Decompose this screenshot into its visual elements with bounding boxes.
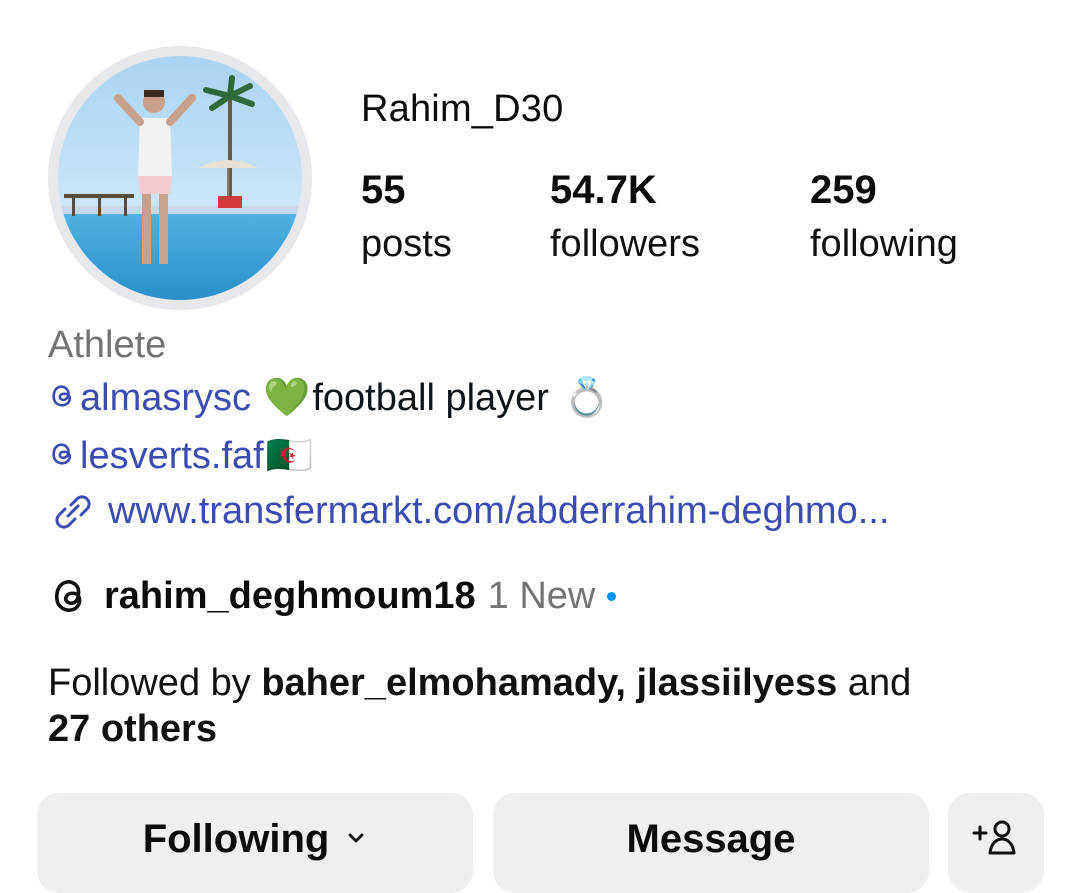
bio-line-2: lesverts.faf 🇩🇿 — [48, 434, 313, 478]
threads-new-count: 1 New — [487, 574, 596, 617]
mention-almasrysc[interactable]: almasrysc — [48, 377, 251, 420]
add-person-icon — [972, 820, 1016, 855]
followed-by-names: baher_elmohamady, jlassiilyess — [261, 662, 838, 704]
username: Rahim_D30 — [361, 88, 564, 130]
posts-count: 55 — [361, 168, 406, 212]
followers-count: 54.7K — [550, 168, 657, 212]
threads-mention-icon — [52, 442, 72, 465]
followers-label: followers — [550, 223, 700, 265]
link-icon — [55, 494, 91, 529]
posts-label: posts — [361, 223, 452, 265]
bio-text: football player — [312, 376, 549, 419]
following-stat[interactable]: 259 following — [810, 168, 958, 270]
posts-stat[interactable]: 55 posts — [361, 168, 452, 270]
threads-badge[interactable]: rahim_deghmoum18 1 New — [48, 574, 617, 618]
bio-line-1: almasrysc 💚 football player 💍 — [48, 376, 610, 420]
message-button[interactable]: Message — [493, 793, 929, 893]
algeria-flag-emoji: 🇩🇿 — [265, 435, 314, 477]
mention-label: lesverts.faf — [80, 434, 264, 477]
following-label: following — [810, 223, 958, 265]
profile-photo-icon — [58, 56, 302, 300]
mention-label: almasrysc — [80, 376, 252, 419]
followers-stat[interactable]: 54.7K followers — [550, 168, 700, 270]
followed-by-and: and — [837, 662, 912, 704]
threads-logo-icon — [54, 580, 82, 612]
avatar[interactable] — [58, 56, 302, 300]
followed-by-others: 27 others — [48, 708, 217, 750]
avatar-ring[interactable] — [48, 46, 312, 310]
threads-handle: rahim_deghmoum18 — [104, 574, 476, 617]
external-link[interactable]: www.transfermarkt.com/abderrahim-deghmo.… — [108, 490, 889, 533]
new-indicator-dot — [607, 591, 617, 601]
chevron-down-icon — [348, 833, 364, 843]
following-button[interactable]: Following — [37, 793, 473, 893]
mention-lesverts[interactable]: lesverts.faf — [48, 435, 264, 478]
suggest-users-button[interactable] — [948, 793, 1044, 893]
message-button-label: Message — [626, 817, 796, 861]
followed-by-prefix: Followed by — [48, 662, 262, 704]
threads-mention-icon — [52, 384, 72, 407]
green-heart-emoji: 💚 — [263, 377, 311, 419]
profile-category: Athlete — [48, 324, 167, 366]
following-button-label: Following — [142, 817, 330, 861]
bio-link-row[interactable]: www.transfermarkt.com/abderrahim-deghmo.… — [48, 490, 889, 533]
ring-emoji: 💍 — [562, 377, 611, 419]
followed-by[interactable]: Followed by baher_elmohamady, jlassiilye… — [48, 660, 1048, 752]
following-count: 259 — [810, 168, 877, 212]
